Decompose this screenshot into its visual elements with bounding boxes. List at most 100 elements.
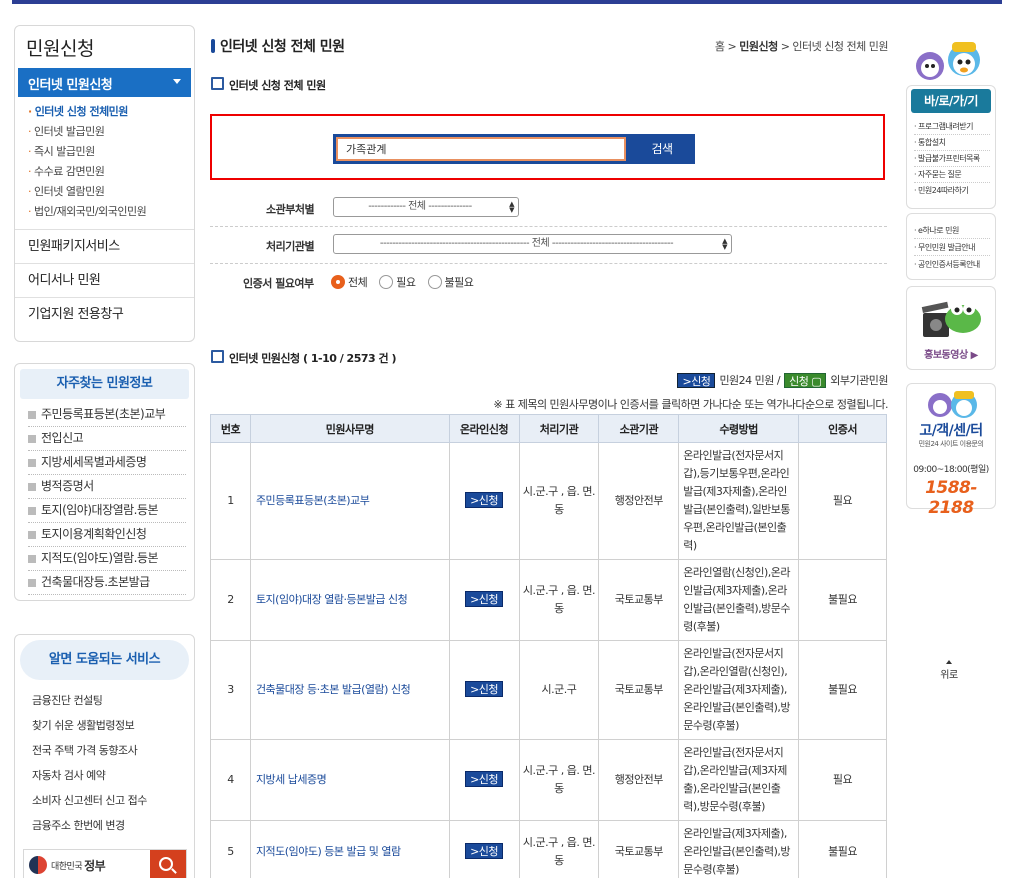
row-org: 시.군.구 , 읍. 면.동 xyxy=(518,442,600,560)
quick-list: 프로그램내려받기 통합설치 발급불가프린터목록 자주묻는 질문 민원24따라하기 xyxy=(914,119,990,199)
quick-menu: 바/로/가/기 프로그램내려받기 통합설치 발급불가프린터목록 자주묻는 질문 … xyxy=(906,85,996,209)
row-name-link[interactable]: 토지(임야)대장 열람·등본발급 신청 xyxy=(249,559,450,641)
lnb-sub-item[interactable]: 인터넷 신청 전체민원 xyxy=(28,102,146,122)
apply-button[interactable]: >신청 xyxy=(465,681,504,697)
service-table: 번호 민원사무명 온라인신청 처리기관 소관기관 수령방법 인증서 1 주민등록… xyxy=(210,414,887,878)
apply-button[interactable]: >신청 xyxy=(465,591,504,607)
radio-noneed[interactable]: 불필요 xyxy=(427,274,474,290)
promo-mascot-image xyxy=(921,301,981,337)
row-no: 5 xyxy=(210,820,251,878)
row-apply-cell: >신청 xyxy=(448,559,520,641)
filter-org-label: 처리기관별 xyxy=(266,240,315,253)
row-how: 온라인열람(신청인),온라인발급(제3자제출),온라인발급(본인출력),방문수령… xyxy=(678,559,800,641)
frequent-item[interactable]: 전입신고 xyxy=(28,427,186,451)
frequent-item[interactable]: 병적증명서 xyxy=(28,475,186,499)
row-name-link[interactable]: 건축물대장 등·초본 발급(열람) 신청 xyxy=(249,640,450,740)
frequent-item[interactable]: 토지(임야)대장열람.등본 xyxy=(28,499,186,523)
frequent-item[interactable]: 지적도(임야도)열람.등본 xyxy=(28,547,186,571)
quick-item[interactable]: 자주묻는 질문 xyxy=(914,167,990,183)
table-row: 3 건축물대장 등·초본 발급(열람) 신청 >신청 시.군.구 국토교통부 온… xyxy=(210,640,887,740)
back-to-top-button[interactable]: 위로 xyxy=(934,660,964,681)
search-input[interactable] xyxy=(336,137,626,161)
quick2-list: e하나로 민원 무인민원 발급안내 공인인증서등록안내 xyxy=(914,222,990,273)
filter-dept-select[interactable]: ------------ 전체 -------------- ▲ ▼ xyxy=(333,197,519,217)
help-item[interactable]: 소비자 신고센터 신고 접수 xyxy=(32,788,147,813)
lnb-menu-business[interactable]: 기업지원 전용창구 xyxy=(15,297,194,331)
callcenter-phone: 1588-2188 xyxy=(925,478,977,518)
apply-button[interactable]: >신청 xyxy=(465,771,504,787)
sort-note: ※ 표 제목의 민원사무명이나 인증서를 클릭하면 가나다순 또는 역가나다순으… xyxy=(493,398,888,411)
help-item[interactable]: 금융진단 컨설팅 xyxy=(32,688,147,713)
quick-item[interactable]: 통합설치 xyxy=(914,135,990,151)
lnb-sub-item[interactable]: 법인/재외국민/외국인민원 xyxy=(28,202,147,222)
crumb-home[interactable]: 홈 xyxy=(715,40,725,53)
table-row: 1 주민등록표등본(초본)교부 >신청 시.군.구 , 읍. 면.동 행정안전부… xyxy=(210,442,887,560)
table-row: 5 지적도(임야도) 등본 발급 및 열람 >신청 시.군.구 , 읍. 면.동… xyxy=(210,820,887,878)
lnb-sub-item[interactable]: 수수료 감면민원 xyxy=(28,162,146,182)
filter-org-select[interactable]: ----------------------------------------… xyxy=(333,234,732,254)
row-name-link[interactable]: 지방세 납세증명 xyxy=(249,739,450,821)
row-cert: 불필요 xyxy=(798,559,887,641)
row-how: 온라인발급(제3자제출),온라인발급(본인출력),방문수령(후불) xyxy=(678,820,800,878)
gov-logo[interactable]: 대한민국 정부 xyxy=(24,850,150,878)
quick-item[interactable]: 발급불가프린터목록 xyxy=(914,151,990,167)
row-dept: 국토교통부 xyxy=(598,559,680,641)
th-name[interactable]: 민원사무명 xyxy=(249,414,450,443)
lnb-active-menu[interactable]: 인터넷 민원신청 xyxy=(18,68,191,97)
apply-button[interactable]: >신청 xyxy=(465,492,504,508)
frequent-item[interactable]: 토지이용계획확인신청 xyxy=(28,523,186,547)
row-name-link[interactable]: 주민등록표등본(초본)교부 xyxy=(249,442,450,560)
radio-need[interactable]: 필요 xyxy=(379,274,416,290)
lnb-sub-item[interactable]: 인터넷 발급민원 xyxy=(28,122,146,142)
search-input-wrap xyxy=(333,134,629,164)
help-item[interactable]: 전국 주택 가격 동향조사 xyxy=(32,738,147,763)
help-item[interactable]: 자동차 검사 예약 xyxy=(32,763,147,788)
quick2-item[interactable]: 공인인증서등록안내 xyxy=(914,256,990,273)
frequent-item[interactable]: 지방세세목별과세증명 xyxy=(28,451,186,475)
crumb-current: > 인터넷 신청 전체 민원 xyxy=(780,40,889,53)
radio-icon xyxy=(379,275,394,289)
apply-button[interactable]: >신청 xyxy=(465,842,504,859)
help-item[interactable]: 찾기 쉬운 생활법령정보 xyxy=(32,713,147,738)
frequent-item[interactable]: 주민등록표등본(초본)교부 xyxy=(28,403,186,427)
gov-search-button[interactable] xyxy=(150,850,186,878)
help-item[interactable]: 금융주소 한번에 변경 xyxy=(32,813,147,838)
lnb-menu-anywhere[interactable]: 어디서나 민원 xyxy=(15,263,194,297)
quick2-item[interactable]: e하나로 민원 xyxy=(914,222,990,239)
row-name-link[interactable]: 지적도(임야도) 등본 발급 및 열람 xyxy=(249,820,450,878)
help-title: 알면 도움되는 서비스 xyxy=(20,640,189,680)
filter-dept-label: 소관부처별 xyxy=(266,203,315,216)
search-button[interactable]: 검색 xyxy=(629,134,695,164)
help-panel: 알면 도움되는 서비스 금융진단 컨설팅 찾기 쉬운 생활법령정보 전국 주택 … xyxy=(14,634,195,878)
lnb-sub-item[interactable]: 인터넷 열람민원 xyxy=(28,182,146,202)
radio-all[interactable]: 전체 xyxy=(331,274,368,290)
crumb-mid[interactable]: 민원신청 xyxy=(739,40,778,53)
th-org: 처리기관 xyxy=(518,414,600,443)
chevron-down-icon xyxy=(173,79,181,84)
quick2-item[interactable]: 무인민원 발급안내 xyxy=(914,239,990,256)
frequent-item[interactable]: 건축물대장등.초본발급 xyxy=(28,571,186,595)
legend-external-tag: 신청 ▢ xyxy=(784,372,827,388)
promo-video[interactable]: 홍보동영상 ▶ xyxy=(906,286,996,370)
lnb-menu-package[interactable]: 민원패키지서비스 xyxy=(15,229,194,263)
lnb-sub-item[interactable]: 즉시 발급민원 xyxy=(28,142,146,162)
section-title: 인터넷 신청 전체 민원 xyxy=(211,77,326,93)
row-apply-cell: >신청 xyxy=(448,739,520,821)
th-cert[interactable]: 인증서 xyxy=(798,414,887,443)
table-row: 4 지방세 납세증명 >신청 시.군.구 , 읍. 면.동 행정안전부 온라인발… xyxy=(210,739,887,821)
row-no: 1 xyxy=(210,442,251,560)
quick-menu-2: e하나로 민원 무인민원 발급안내 공인인증서등록안내 xyxy=(906,213,996,280)
row-no: 3 xyxy=(210,640,251,740)
quick-item[interactable]: 프로그램내려받기 xyxy=(914,119,990,135)
row-apply-cell: >신청 xyxy=(448,442,520,560)
table-header-row: 번호 민원사무명 온라인신청 처리기관 소관기관 수령방법 인증서 xyxy=(210,414,887,443)
legend: >신청 민원24 민원 / 신청 ▢ 외부기관민원 xyxy=(677,372,888,388)
quick-item[interactable]: 민원24따라하기 xyxy=(914,183,990,199)
callcenter-mascot-image xyxy=(928,391,977,418)
help-list: 금융진단 컨설팅 찾기 쉬운 생활법령정보 전국 주택 가격 동향조사 자동차 … xyxy=(32,688,147,838)
filter-org-row: 처리기관별 ----------------------------------… xyxy=(210,227,887,264)
th-dept: 소관기관 xyxy=(598,414,680,443)
frequent-title: 자주찾는 민원정보 xyxy=(20,369,189,399)
row-cert: 필요 xyxy=(798,442,887,560)
legend-text2: 외부기관민원 xyxy=(830,374,888,387)
